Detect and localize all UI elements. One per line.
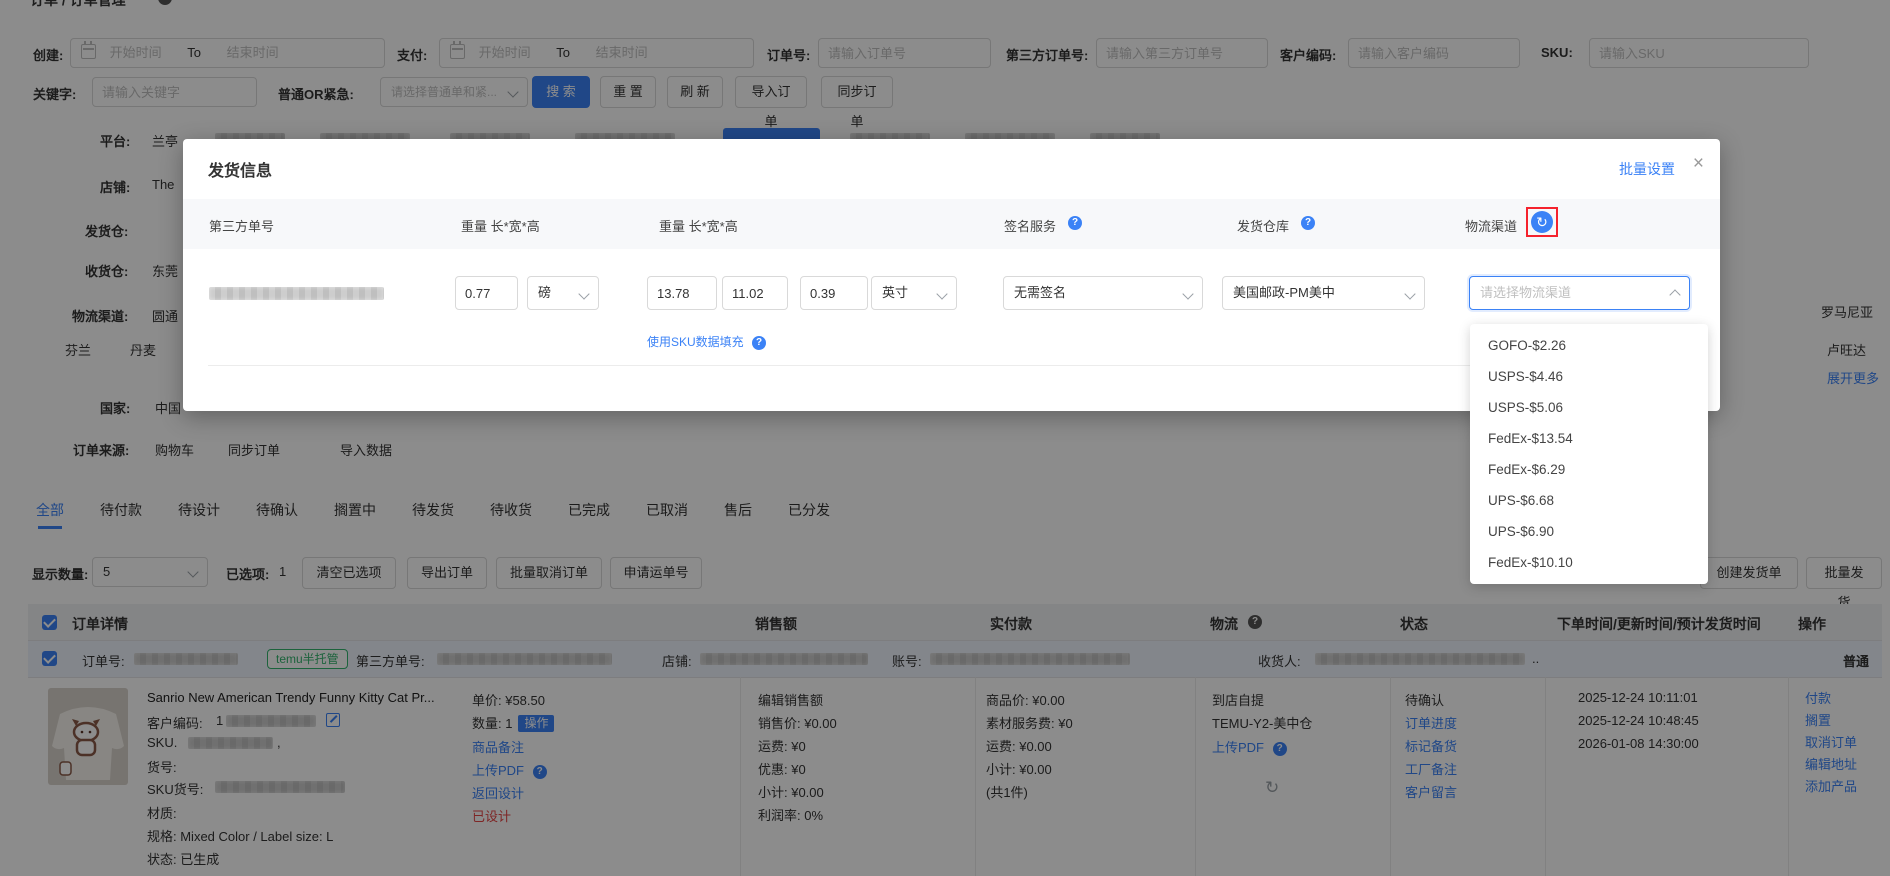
width-input[interactable] [722, 276, 788, 310]
dim-unit-value: 英寸 [882, 285, 908, 300]
channel-refresh-highlight-box: ↻ [1526, 207, 1558, 237]
sku-fill-row: 使用SKU数据填充 ? [647, 333, 766, 350]
dim-unit-select[interactable]: 英寸 [871, 276, 957, 310]
channel-option-fedex-1354[interactable]: FedEx-$13.54 [1470, 423, 1708, 454]
channel-option-ups-690[interactable]: UPS-$6.90 [1470, 516, 1708, 547]
channel-select[interactable]: 请选择物流渠道 [1469, 276, 1690, 310]
modal-col-weight-dims-1: 重量 长*宽*高 [461, 216, 540, 235]
channel-option-usps-446[interactable]: USPS-$4.46 [1470, 361, 1708, 392]
channel-option-fedex-629[interactable]: FedEx-$6.29 [1470, 454, 1708, 485]
modal-col-channel: 物流渠道 [1465, 216, 1517, 235]
chevron-down-icon [936, 288, 947, 299]
modal-col-warehouse: 发货仓库 [1237, 216, 1289, 235]
refresh-icon[interactable]: ↻ [1531, 211, 1553, 233]
signature-select[interactable]: 无需签名 [1003, 276, 1203, 310]
warehouse-help-icon[interactable]: ? [1301, 216, 1315, 230]
channel-option-fedex-1010[interactable]: FedEx-$10.10 [1470, 547, 1708, 578]
order-management-page: 订单 / 订单管理 ! 创建: 开始时间 To 结束时间 支付: 开始时间 To… [0, 0, 1890, 876]
chevron-down-icon [578, 288, 589, 299]
redacted-tracking-no [209, 287, 384, 300]
channel-placeholder: 请选择物流渠道 [1480, 285, 1571, 300]
chevron-down-icon [1182, 288, 1193, 299]
batch-setting-link[interactable]: 批量设置 [1619, 159, 1675, 179]
modal-col-weight-dims-2: 重量 长*宽*高 [659, 216, 738, 235]
weight-unit-select[interactable]: 磅 [527, 276, 599, 310]
modal-col-signature: 签名服务 [1004, 216, 1056, 235]
weight-input[interactable] [455, 276, 518, 310]
signature-value: 无需签名 [1014, 285, 1066, 300]
height-input[interactable] [800, 276, 868, 310]
question-icon[interactable]: ? [752, 336, 766, 350]
weight-unit-value: 磅 [538, 285, 551, 300]
chevron-down-icon [1404, 288, 1415, 299]
modal-col-third-party: 第三方单号 [209, 216, 274, 235]
channel-option-usps-506[interactable]: USPS-$5.06 [1470, 392, 1708, 423]
length-input[interactable] [647, 276, 717, 310]
channel-option-ups-668[interactable]: UPS-$6.68 [1470, 485, 1708, 516]
warehouse-value: 美国邮政-PM美中 [1233, 285, 1335, 300]
channel-option-gofo[interactable]: GOFO-$2.26 [1470, 330, 1708, 361]
modal-title: 发货信息 [208, 157, 272, 181]
warehouse-select[interactable]: 美国邮政-PM美中 [1222, 276, 1425, 310]
close-icon[interactable]: × [1693, 153, 1704, 175]
signature-help-icon[interactable]: ? [1068, 216, 1082, 230]
chevron-up-icon [1669, 289, 1680, 300]
channel-dropdown: GOFO-$2.26 USPS-$4.46 USPS-$5.06 FedEx-$… [1470, 324, 1708, 584]
use-sku-data-link[interactable]: 使用SKU数据填充 [647, 335, 744, 349]
